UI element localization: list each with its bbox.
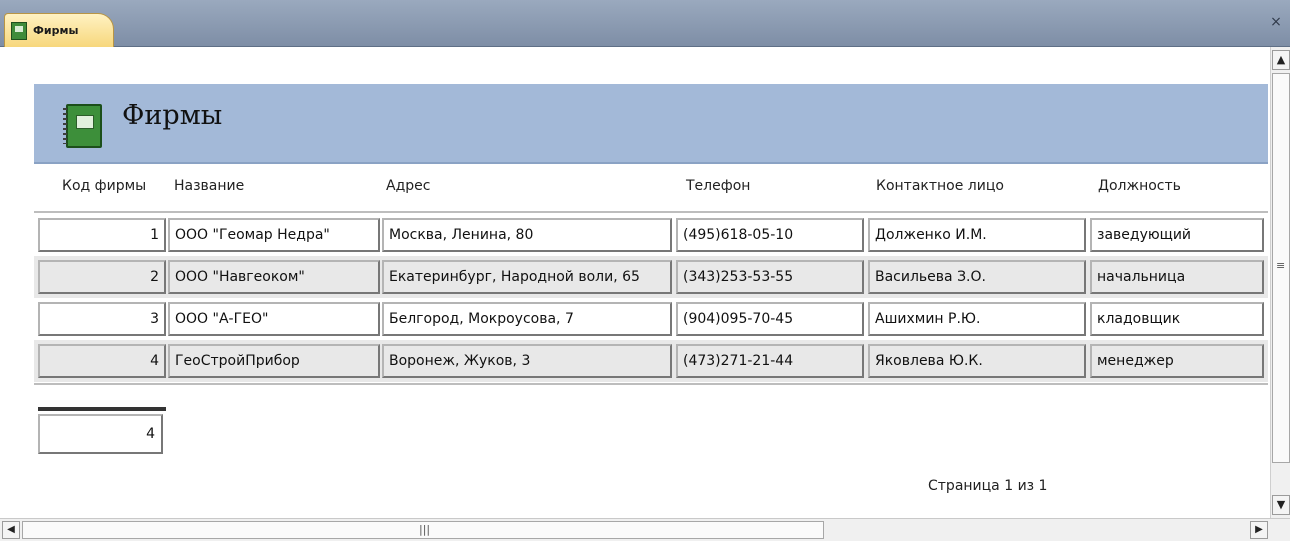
- table-row: 4 ГеоСтройПрибор Воронеж, Жуков, 3 (473)…: [34, 340, 1268, 382]
- cell-id: 3: [38, 302, 166, 336]
- cell-name: ООО "А-ГЕО": [168, 302, 380, 336]
- scroll-down-icon[interactable]: ▼: [1272, 495, 1290, 515]
- cell-name: ООО "Геомар Недра": [168, 218, 380, 252]
- document-tab-bar: Фирмы ×: [0, 0, 1290, 47]
- cell-address: Екатеринбург, Народной воли, 65: [382, 260, 672, 294]
- cell-name: ГеоСтройПрибор: [168, 344, 380, 378]
- cell-id: 4: [38, 344, 166, 378]
- cell-phone: (473)271-21-44: [676, 344, 864, 378]
- horizontal-scrollbar[interactable]: ◀ ||| ▶: [0, 518, 1290, 541]
- header-separator: [34, 211, 1268, 213]
- cell-position: начальница: [1090, 260, 1264, 294]
- scroll-left-icon[interactable]: ◀: [2, 521, 20, 539]
- scroll-up-icon[interactable]: ▲: [1272, 50, 1290, 70]
- form-icon: [11, 21, 27, 40]
- cell-phone: (904)095-70-45: [676, 302, 864, 336]
- cell-contact: Ашихмин Р.Ю.: [868, 302, 1086, 336]
- report-header: Фирмы: [34, 84, 1268, 164]
- cell-position: менеджер: [1090, 344, 1264, 378]
- cell-phone: (495)618-05-10: [676, 218, 864, 252]
- tab-firms[interactable]: Фирмы: [4, 13, 114, 47]
- total-divider: [38, 407, 166, 411]
- notebook-icon: [63, 104, 102, 148]
- cell-id: 2: [38, 260, 166, 294]
- column-header-contact: Контактное лицо: [876, 178, 1004, 194]
- scroll-right-icon[interactable]: ▶: [1250, 521, 1268, 539]
- column-header-name: Название: [174, 178, 245, 194]
- table-row: 2 ООО "Навгеоком" Екатеринбург, Народной…: [34, 256, 1268, 298]
- cell-position: кладовщик: [1090, 302, 1264, 336]
- cell-id: 1: [38, 218, 166, 252]
- cell-position: заведующий: [1090, 218, 1264, 252]
- total-count: 4: [38, 414, 163, 454]
- cell-phone: (343)253-53-55: [676, 260, 864, 294]
- table-row: 3 ООО "А-ГЕО" Белгород, Мокроусова, 7 (9…: [34, 298, 1268, 340]
- cell-contact: Долженко И.М.: [868, 218, 1086, 252]
- column-header-phone: Телефон: [686, 178, 751, 194]
- page-number: Страница 1 из 1: [928, 478, 1048, 494]
- tab-label: Фирмы: [33, 24, 79, 37]
- vertical-scrollbar[interactable]: ▲ ≡ ▼: [1270, 47, 1290, 519]
- column-header-address: Адрес: [386, 178, 431, 194]
- vertical-scroll-thumb[interactable]: ≡: [1272, 73, 1290, 463]
- cell-name: ООО "Навгеоком": [168, 260, 380, 294]
- close-icon[interactable]: ×: [1268, 14, 1284, 30]
- cell-contact: Яковлева Ю.К.: [868, 344, 1086, 378]
- report-title: Фирмы: [122, 100, 223, 131]
- footer-separator: [34, 383, 1268, 385]
- cell-address: Москва, Ленина, 80: [382, 218, 672, 252]
- grip-icon: |||: [419, 523, 431, 536]
- table-row: 1 ООО "Геомар Недра" Москва, Ленина, 80 …: [34, 214, 1268, 256]
- column-header-id: Код фирмы: [62, 178, 147, 194]
- cell-address: Белгород, Мокроусова, 7: [382, 302, 672, 336]
- horizontal-scroll-thumb[interactable]: |||: [22, 521, 824, 539]
- cell-address: Воронеж, Жуков, 3: [382, 344, 672, 378]
- column-header-position: Должность: [1098, 178, 1181, 194]
- grip-icon: ≡: [1276, 259, 1286, 272]
- cell-contact: Васильева З.О.: [868, 260, 1086, 294]
